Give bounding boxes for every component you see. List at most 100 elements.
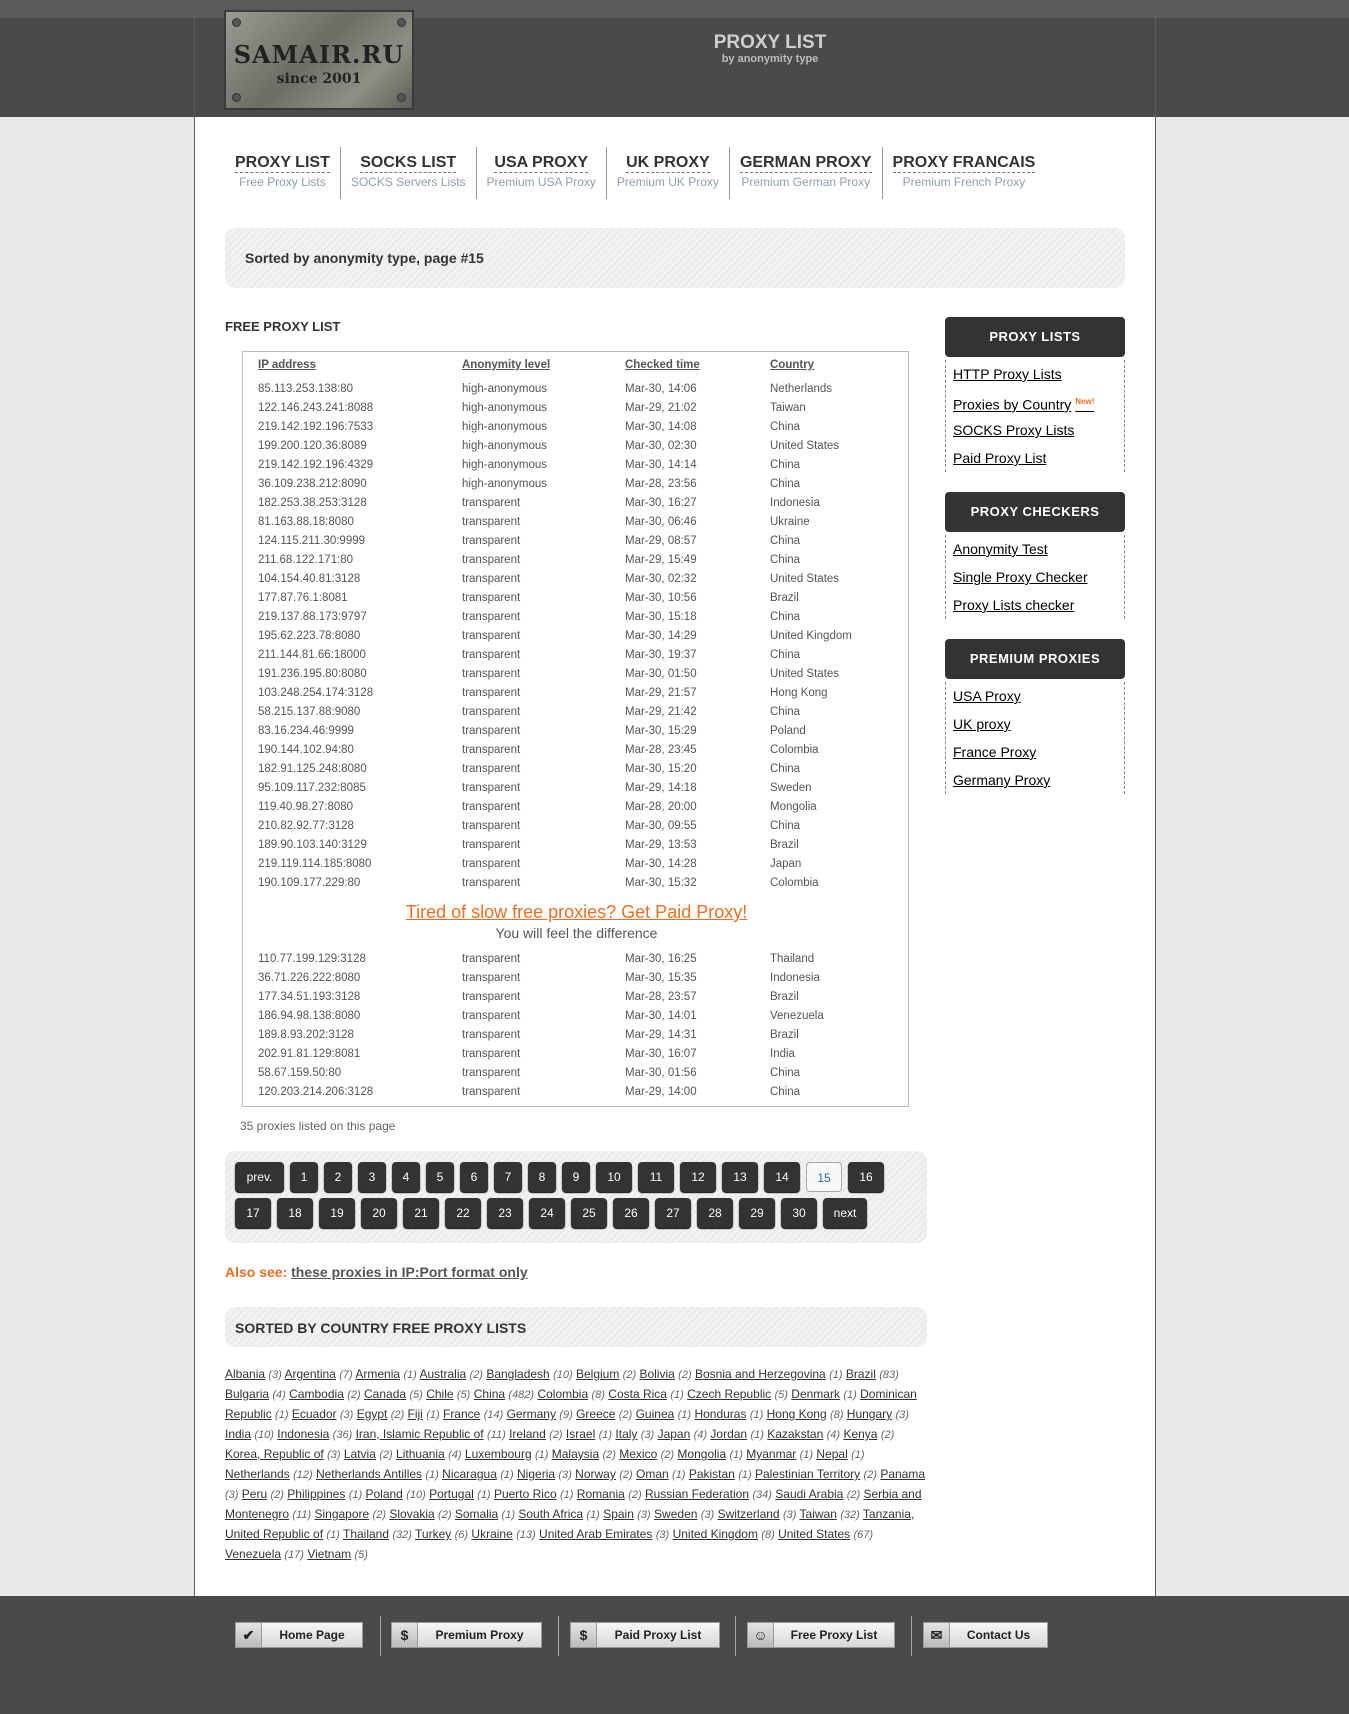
country-link[interactable]: Bangladesh bbox=[486, 1367, 549, 1381]
sidebar-link-france[interactable]: France Proxy bbox=[953, 738, 1124, 766]
pager-page-button[interactable]: 12 bbox=[680, 1162, 716, 1192]
country-link[interactable]: Somalia bbox=[455, 1507, 498, 1521]
pager-page-button[interactable]: 16 bbox=[848, 1162, 884, 1192]
country-link[interactable]: Myanmar bbox=[746, 1447, 796, 1461]
pager-page-button[interactable]: 25 bbox=[571, 1198, 607, 1228]
country-link[interactable]: Italy bbox=[615, 1427, 637, 1441]
pager-page-button[interactable]: 2 bbox=[324, 1162, 352, 1192]
country-link[interactable]: Greece bbox=[576, 1407, 615, 1421]
site-logo[interactable]: SAMAIR.RU since 2001 bbox=[224, 10, 414, 110]
country-link[interactable]: Hungary bbox=[847, 1407, 892, 1421]
country-link[interactable]: Saudi Arabia bbox=[775, 1487, 843, 1501]
country-link[interactable]: Malaysia bbox=[552, 1447, 599, 1461]
country-link[interactable]: United States bbox=[778, 1527, 850, 1541]
ipport-format-link[interactable]: these proxies in IP:Port format only bbox=[291, 1264, 528, 1280]
sidebar-link-by-country[interactable]: Proxies by Country New! bbox=[953, 388, 1124, 416]
country-link[interactable]: Israel bbox=[566, 1427, 595, 1441]
nav-title[interactable]: UK PROXY bbox=[626, 153, 710, 173]
country-link[interactable]: Palestinian Territory bbox=[755, 1467, 860, 1481]
country-link[interactable]: Mongolia bbox=[677, 1447, 726, 1461]
pager-page-button[interactable]: 1 bbox=[290, 1162, 318, 1192]
country-link[interactable]: Honduras bbox=[694, 1407, 746, 1421]
country-link[interactable]: Panama bbox=[880, 1467, 925, 1481]
country-link[interactable]: Jordan bbox=[710, 1427, 747, 1441]
country-link[interactable]: Argentina bbox=[285, 1367, 336, 1381]
country-link[interactable]: Indonesia bbox=[277, 1427, 329, 1441]
pager-page-button[interactable]: 7 bbox=[494, 1162, 522, 1192]
country-link[interactable]: Russian Federation bbox=[645, 1487, 749, 1501]
pager-page-button[interactable]: 6 bbox=[460, 1162, 488, 1192]
country-link[interactable]: Ukraine bbox=[471, 1527, 512, 1541]
nav-german-proxy[interactable]: GERMAN PROXY Premium German Proxy bbox=[728, 147, 882, 199]
country-link[interactable]: Luxembourg bbox=[465, 1447, 532, 1461]
pager-page-button[interactable]: 28 bbox=[697, 1198, 733, 1228]
country-link[interactable]: Kazakstan bbox=[767, 1427, 823, 1441]
pager-page-button[interactable]: 21 bbox=[403, 1198, 439, 1228]
pager-page-button[interactable]: 18 bbox=[277, 1198, 313, 1228]
pager-page-button[interactable]: 27 bbox=[655, 1198, 691, 1228]
nav-proxy-list[interactable]: PROXY LIST Free Proxy Lists bbox=[225, 147, 340, 199]
pager-next-button[interactable]: next bbox=[823, 1198, 867, 1228]
nav-title[interactable]: PROXY LIST bbox=[235, 153, 330, 173]
country-link[interactable]: Chile bbox=[426, 1387, 453, 1401]
pager-page-button[interactable]: 22 bbox=[445, 1198, 481, 1228]
country-link[interactable]: China bbox=[474, 1387, 505, 1401]
sidebar-link-single-checker[interactable]: Single Proxy Checker bbox=[953, 563, 1124, 591]
country-link[interactable]: Mexico bbox=[619, 1447, 657, 1461]
country-link[interactable]: Nigeria bbox=[517, 1467, 555, 1481]
sidebar-link-label[interactable]: HTTP Proxy Lists bbox=[953, 366, 1062, 382]
country-link[interactable]: Puerto Rico bbox=[494, 1487, 557, 1501]
nav-title[interactable]: USA PROXY bbox=[494, 153, 589, 173]
country-link[interactable]: Japan bbox=[658, 1427, 691, 1441]
country-link[interactable]: Korea, Republic of bbox=[225, 1447, 324, 1461]
country-link[interactable]: Costa Rica bbox=[608, 1387, 667, 1401]
country-link[interactable]: Kenya bbox=[843, 1427, 877, 1441]
nav-socks-list[interactable]: SOCKS LIST SOCKS Servers Lists bbox=[339, 147, 476, 199]
pager-page-button[interactable]: 20 bbox=[361, 1198, 397, 1228]
header-ip[interactable]: IP address bbox=[258, 359, 316, 371]
nav-proxy-francais[interactable]: PROXY FRANCAIS Premium French Proxy bbox=[881, 147, 1046, 199]
pager-page-button[interactable]: 8 bbox=[528, 1162, 556, 1192]
country-link[interactable]: Philippines bbox=[287, 1487, 345, 1501]
country-link[interactable]: Brazil bbox=[846, 1367, 876, 1381]
country-link[interactable]: Netherlands bbox=[225, 1467, 290, 1481]
header-country[interactable]: Country bbox=[770, 359, 814, 371]
pager-page-button[interactable]: 23 bbox=[487, 1198, 523, 1228]
ad-link[interactable]: Tired of slow free proxies? Get Paid Pro… bbox=[243, 902, 910, 923]
country-link[interactable]: Venezuela bbox=[225, 1547, 281, 1561]
country-link[interactable]: Denmark bbox=[791, 1387, 840, 1401]
country-link[interactable]: Pakistan bbox=[689, 1467, 735, 1481]
footer-paid-list-button[interactable]: $ Paid Proxy List bbox=[570, 1622, 720, 1648]
footer-premium-button[interactable]: $ Premium Proxy bbox=[391, 1622, 542, 1648]
nav-title[interactable]: SOCKS LIST bbox=[360, 153, 457, 173]
sidebar-link-anonymity-test[interactable]: Anonymity Test bbox=[953, 535, 1124, 563]
country-link[interactable]: Spain bbox=[603, 1507, 634, 1521]
pager-page-button[interactable]: 26 bbox=[613, 1198, 649, 1228]
nav-title[interactable]: PROXY FRANCAIS bbox=[892, 153, 1036, 173]
country-link[interactable]: Peru bbox=[242, 1487, 267, 1501]
country-link[interactable]: Romania bbox=[577, 1487, 625, 1501]
pager-page-button[interactable]: 9 bbox=[562, 1162, 590, 1192]
country-link[interactable]: Latvia bbox=[344, 1447, 376, 1461]
country-link[interactable]: Albania bbox=[225, 1367, 265, 1381]
pager-prev-button[interactable]: prev. bbox=[235, 1162, 284, 1192]
pager-page-button[interactable]: 17 bbox=[235, 1198, 271, 1228]
sidebar-link-usa[interactable]: USA Proxy bbox=[953, 682, 1124, 710]
country-link[interactable]: Portugal bbox=[429, 1487, 474, 1501]
pager-page-button[interactable]: 24 bbox=[529, 1198, 565, 1228]
footer-free-list-button[interactable]: ☺ Free Proxy List bbox=[747, 1622, 895, 1648]
nav-usa-proxy[interactable]: USA PROXY Premium USA Proxy bbox=[475, 147, 606, 199]
sidebar-link-label[interactable]: Proxies by Country bbox=[953, 397, 1071, 413]
country-link[interactable]: Oman bbox=[636, 1467, 669, 1481]
sidebar-link-lists-checker[interactable]: Proxy Lists checker bbox=[953, 591, 1124, 619]
pager-page-button[interactable]: 19 bbox=[319, 1198, 355, 1228]
pager-page-button[interactable]: 15 bbox=[806, 1162, 842, 1192]
country-link[interactable]: Sweden bbox=[654, 1507, 697, 1521]
country-link[interactable]: Nepal bbox=[816, 1447, 847, 1461]
header-anonymity[interactable]: Anonymity level bbox=[462, 359, 550, 371]
sidebar-link-germany[interactable]: Germany Proxy bbox=[953, 766, 1124, 794]
sidebar-link-paid[interactable]: Paid Proxy List bbox=[953, 444, 1124, 472]
footer-contact-button[interactable]: ✉ Contact Us bbox=[923, 1622, 1048, 1648]
country-link[interactable]: South Africa bbox=[518, 1507, 583, 1521]
country-link[interactable]: Poland bbox=[365, 1487, 402, 1501]
